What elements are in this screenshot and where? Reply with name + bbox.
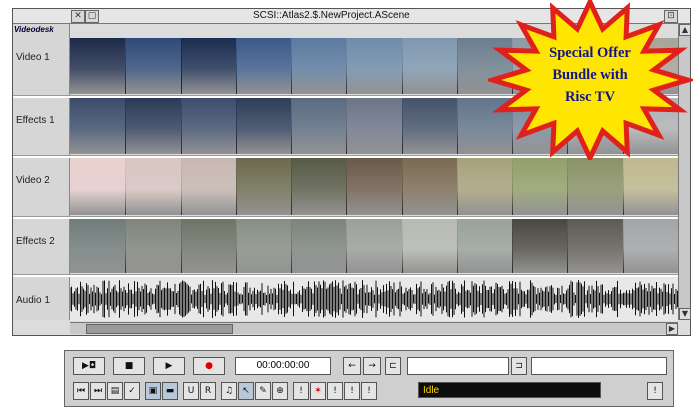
clip-frame[interactable] bbox=[180, 219, 237, 273]
folder-icon[interactable]: ▬ bbox=[162, 382, 178, 400]
clip-frame[interactable] bbox=[622, 158, 678, 215]
clip-frame[interactable] bbox=[512, 219, 569, 273]
clip-frame[interactable] bbox=[125, 38, 182, 94]
clip-frame[interactable] bbox=[291, 219, 348, 273]
clip-frame[interactable] bbox=[70, 158, 127, 215]
u-button[interactable]: U bbox=[183, 382, 199, 400]
cut-icon[interactable]: ✶ bbox=[310, 382, 326, 400]
scroll-right-icon[interactable]: ▶ bbox=[666, 323, 678, 335]
razor-icon[interactable]: ✎ bbox=[255, 382, 271, 400]
clip-frame[interactable] bbox=[567, 158, 624, 215]
clip-frame[interactable] bbox=[401, 158, 458, 215]
iconize-icon[interactable]: ▢ bbox=[85, 10, 99, 23]
save-icon[interactable]: ▣ bbox=[145, 382, 161, 400]
next-icon[interactable]: ⏭ bbox=[90, 382, 106, 400]
window-title: SCSI::Atlas2.$.NewProject.AScene bbox=[253, 10, 410, 21]
marker-icon[interactable]: ! bbox=[344, 382, 360, 400]
mark-out-icon[interactable]: ⊐ bbox=[511, 357, 527, 375]
previous-icon[interactable]: ⏮ bbox=[73, 382, 89, 400]
status-display: Idle bbox=[418, 382, 601, 398]
mark-out-field[interactable] bbox=[531, 357, 667, 375]
play-button[interactable]: ▶ bbox=[153, 357, 185, 375]
promo-line-3: Risc TV bbox=[564, 89, 616, 105]
clip-frame[interactable] bbox=[512, 158, 569, 215]
clip-frame[interactable] bbox=[70, 219, 127, 273]
mark-in-icon[interactable]: ⊏ bbox=[385, 357, 401, 375]
clip-frame[interactable] bbox=[291, 158, 348, 215]
timecode-display[interactable]: 00:00:00:00 bbox=[235, 357, 331, 375]
marker-icon[interactable]: ! bbox=[293, 382, 309, 400]
close-icon[interactable]: ✕ bbox=[71, 10, 85, 23]
marker-icon[interactable]: ! bbox=[361, 382, 377, 400]
record-button[interactable]: ● bbox=[193, 357, 225, 375]
track-label-effects-1[interactable]: Effects 1 bbox=[16, 115, 55, 126]
rewind-button[interactable]: ▶◘ bbox=[73, 357, 105, 375]
promo-line-1: Special Offer bbox=[549, 45, 631, 61]
zoom-icon[interactable]: ⊕ bbox=[272, 382, 288, 400]
stop-button[interactable]: ■ bbox=[113, 357, 145, 375]
control-panel: ▶◘ ■ ▶ ● 00:00:00:00 ← → ⊏ ⊐ ⏮ ⏭ ▤ ✓ ▣ ▬… bbox=[64, 350, 674, 407]
clip-frame[interactable] bbox=[401, 98, 458, 154]
clip-frame[interactable] bbox=[235, 38, 293, 94]
clip-frame[interactable] bbox=[180, 158, 237, 215]
clip-frame[interactable] bbox=[70, 38, 127, 94]
track-label-audio-1[interactable]: Audio 1 bbox=[16, 295, 50, 306]
clip-frame[interactable] bbox=[235, 219, 293, 273]
waveform-path bbox=[70, 280, 678, 318]
mark-in-field[interactable] bbox=[407, 357, 509, 375]
r-button[interactable]: R bbox=[200, 382, 216, 400]
promo-badge-text: Special Offer Bundle with Risc TV bbox=[520, 42, 660, 108]
app-badge: Videodesk bbox=[14, 25, 54, 34]
clip-frame[interactable] bbox=[125, 98, 182, 154]
clip-frame[interactable] bbox=[346, 219, 403, 273]
check-icon[interactable]: ✓ bbox=[124, 382, 140, 400]
video-2-track[interactable] bbox=[70, 158, 678, 215]
clip-frame[interactable] bbox=[346, 158, 403, 215]
track-label-video-2[interactable]: Video 2 bbox=[16, 175, 50, 186]
clip-frame[interactable] bbox=[346, 38, 403, 94]
clip-frame[interactable] bbox=[567, 219, 624, 273]
horizontal-scrollbar[interactable]: ▶ bbox=[70, 322, 678, 335]
clip-frame[interactable] bbox=[622, 219, 678, 273]
effects-2-track[interactable] bbox=[70, 219, 678, 273]
clip-frame[interactable] bbox=[235, 98, 293, 154]
clip-frame[interactable] bbox=[291, 98, 348, 154]
audio-waveform bbox=[70, 280, 678, 318]
step-forward-button[interactable]: → bbox=[363, 357, 381, 375]
clip-frame[interactable] bbox=[401, 219, 458, 273]
clip-frame[interactable] bbox=[346, 98, 403, 154]
clip-frame[interactable] bbox=[180, 38, 237, 94]
scroll-down-icon[interactable]: ▼ bbox=[679, 308, 691, 320]
clip-frame[interactable] bbox=[235, 158, 293, 215]
marker-icon[interactable]: ! bbox=[647, 382, 663, 400]
clip-frame[interactable] bbox=[456, 158, 514, 215]
audio-note-icon[interactable]: ♫ bbox=[221, 382, 237, 400]
clip-frame[interactable] bbox=[180, 98, 237, 154]
pointer-icon[interactable]: ↖ bbox=[238, 382, 254, 400]
track-label-effects-2[interactable]: Effects 2 bbox=[16, 236, 55, 247]
track-label-video-1[interactable]: Video 1 bbox=[16, 52, 50, 63]
clip-frame[interactable] bbox=[125, 219, 182, 273]
promo-line-2: Bundle with bbox=[552, 67, 628, 83]
step-back-button[interactable]: ← bbox=[343, 357, 361, 375]
audio-1-track[interactable] bbox=[70, 277, 678, 321]
marker-icon[interactable]: ! bbox=[327, 382, 343, 400]
clip-frame[interactable] bbox=[456, 219, 514, 273]
clip-frame[interactable] bbox=[125, 158, 182, 215]
clip-frame[interactable] bbox=[291, 38, 348, 94]
clip-frame[interactable] bbox=[401, 38, 458, 94]
bin-icon[interactable]: ▤ bbox=[107, 382, 123, 400]
clip-frame[interactable] bbox=[70, 98, 127, 154]
scroll-thumb[interactable] bbox=[86, 324, 233, 334]
